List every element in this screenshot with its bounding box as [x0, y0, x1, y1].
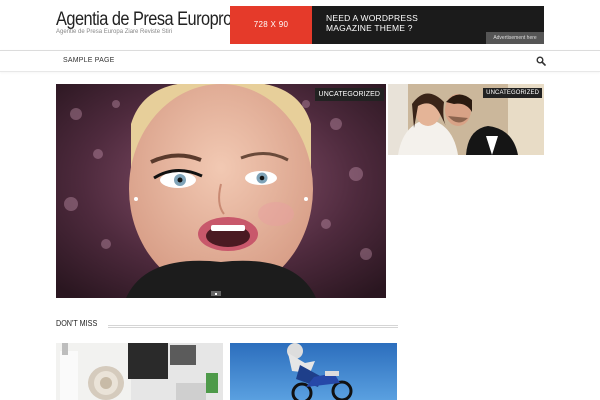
dont-miss-post-1[interactable]	[56, 343, 223, 400]
featured-post-side[interactable]: UNCATEGORIZED	[388, 84, 544, 155]
section-divider	[108, 325, 398, 328]
category-badge[interactable]: UNCATEGORIZED	[314, 88, 384, 101]
site-header: Agentia de Presa Europro Agentie de Pres…	[0, 0, 600, 50]
section-title: DON'T MISS	[56, 319, 98, 328]
banner-headline-line2: MAGAZINE THEME ?	[326, 23, 413, 33]
search-icon[interactable]	[536, 56, 546, 66]
dont-miss-header: DON'T MISS	[56, 318, 398, 330]
site-title[interactable]: Agentia de Presa Europro	[56, 9, 232, 31]
featured-main-image	[56, 84, 386, 298]
slider-indicator[interactable]	[211, 291, 221, 296]
featured-post-main[interactable]: UNCATEGORIZED	[56, 84, 386, 298]
dont-miss-post-2[interactable]	[230, 343, 397, 400]
site-tagline: Agentie de Presa Europa Ziare Reviste St…	[56, 29, 173, 35]
post-thumbnail-desk	[56, 343, 223, 400]
nav-item-sample-page[interactable]: SAMPLE PAGE	[63, 57, 114, 64]
banner-headline-line1: NEED A WORDPRESS	[326, 13, 418, 23]
category-badge[interactable]: UNCATEGORIZED	[483, 88, 542, 98]
post-thumbnail-motocross	[230, 343, 397, 400]
banner-ad-tag: Advertisement here	[486, 32, 544, 44]
main-nav: SAMPLE PAGE	[0, 50, 600, 72]
ad-banner[interactable]: 728 X 90 NEED A WORDPRESS MAGAZINE THEME…	[230, 6, 544, 44]
banner-headline: NEED A WORDPRESS MAGAZINE THEME ?	[326, 13, 476, 33]
banner-size-label: 728 X 90	[230, 6, 312, 44]
